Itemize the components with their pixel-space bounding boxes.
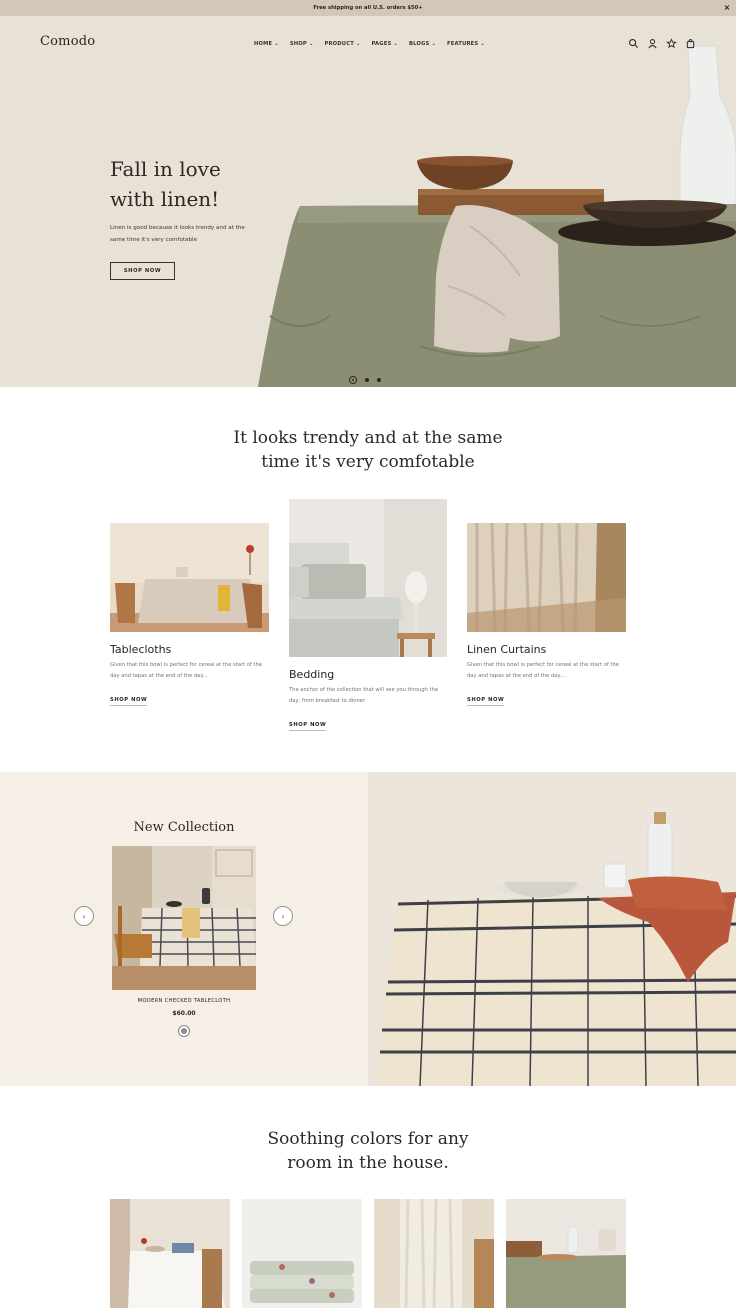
nav-label: PRODUCT [324,41,354,47]
chevron-down-icon: ⌄ [480,41,485,47]
nav-label: PAGES [371,41,392,47]
chevron-left-icon: ‹ [82,911,86,921]
carousel-next-button[interactable]: › [273,906,293,926]
room-image-curtains[interactable] [374,1199,494,1308]
card-description: The anchor of the collection that will s… [289,685,449,707]
new-collection-panel: New Collection ‹ › MODERN CHECKED TABLEC… [0,772,368,1086]
bedding-shop-now-link[interactable]: SHOP NOW [289,722,327,731]
curtains-photo [467,523,626,632]
room-image-table[interactable] [506,1199,626,1308]
card-title[interactable]: Tablecloths [110,643,171,656]
header-icons [628,38,696,49]
chevron-down-icon: ⌄ [355,41,361,47]
chevron-down-icon: ⌄ [393,41,398,47]
slider-dot-active[interactable] [349,376,357,384]
slider-dot[interactable] [365,378,369,382]
product-price: $60.00 [172,1010,196,1017]
curtains-shop-now-link[interactable]: SHOP NOW [467,697,505,706]
nav-label: FEATURES [447,41,479,47]
card-title[interactable]: Bedding [289,668,334,681]
hero-banner: Comodo HOME ⌄ SHOP ⌄ PRODUCT ⌄ PAGES ⌄ B… [0,16,736,387]
carousel-prev-button[interactable]: ‹ [74,906,94,926]
main-nav: HOME ⌄ SHOP ⌄ PRODUCT ⌄ PAGES ⌄ BLOGS ⌄ … [254,38,485,50]
hero-shop-now-button[interactable]: SHOP NOW [110,262,175,280]
product-image[interactable] [112,846,256,990]
desc-line: day and tapas at the end of the day... [467,673,565,679]
soothing-heading: Soothing colors for any room in the hous… [218,1127,518,1175]
close-icon[interactable]: × [721,0,733,16]
desc-line: day and tapas at the end of the day... [110,673,208,679]
nav-home[interactable]: HOME ⌄ [254,38,279,50]
tablecloths-photo [110,523,269,632]
cart-icon[interactable] [685,38,696,49]
desc-line: day, from breakfast to dinner [289,698,366,704]
product-photo [112,846,256,990]
hero-subtitle-line: same time it's very comfotable [110,237,198,243]
nav-label: SHOP [289,41,307,47]
account-icon[interactable] [647,38,658,49]
logo[interactable]: Comodo [40,34,95,49]
nav-features[interactable]: FEATURES ⌄ [447,38,485,50]
room-image-linens[interactable] [242,1199,362,1308]
slider-dot[interactable] [377,378,381,382]
curtains-room-photo [374,1199,494,1308]
announcement-text: Free shipping on all U.S. orders $50+ [313,5,423,11]
chevron-down-icon: ⌄ [431,41,437,47]
card-description: Given that this bowl is perfect for cere… [110,660,270,682]
collection-lifestyle-image [368,772,736,1086]
nav-shop[interactable]: SHOP ⌄ [290,38,314,50]
green-table-photo [506,1199,626,1308]
color-swatch[interactable] [178,1025,190,1037]
linens-photo [242,1199,362,1308]
nav-label: BLOGS [408,41,430,47]
collection-heading: New Collection [133,820,235,835]
hero-subtitle-line: Linen is good because it looks trendy an… [110,225,245,231]
dining-photo [110,1199,230,1308]
heading-line: room in the house. [287,1153,449,1173]
heading-line: Soothing colors for any [267,1129,469,1149]
hero-title-line: with linen! [110,187,220,211]
tablecloths-shop-now-link[interactable]: SHOP NOW [110,697,148,706]
room-image-dining[interactable] [110,1199,230,1308]
chevron-down-icon: ⌄ [274,41,279,47]
nav-pages[interactable]: PAGES ⌄ [372,38,398,50]
slider-dots [349,376,381,384]
card-title[interactable]: Linen Curtains [467,643,546,656]
desc-line: The anchor of the collection that will s… [289,687,439,693]
heading-line: time it's very comfotable [261,452,475,472]
nav-product[interactable]: PRODUCT ⌄ [324,38,360,50]
search-icon[interactable] [628,38,639,49]
wishlist-icon[interactable] [666,38,677,49]
chevron-right-icon: › [281,911,285,921]
heading-line: It looks trendy and at the same [233,428,503,448]
hero-title-line: Fall in love [110,157,221,181]
nav-blogs[interactable]: BLOGS ⌄ [409,38,436,50]
curtains-image[interactable] [467,523,626,632]
card-description: Given that this bowl is perfect for cere… [467,660,627,682]
tablecloths-image[interactable] [110,523,269,632]
bedding-photo [289,499,447,657]
bedding-image[interactable] [289,499,447,657]
nav-label: HOME [254,41,273,47]
announcement-bar: Free shipping on all U.S. orders $50+ × [0,0,736,16]
desc-line: Given that this bowl is perfect for cere… [467,662,619,668]
chevron-down-icon: ⌄ [308,41,314,47]
categories-heading: It looks trendy and at the same time it'… [168,426,568,474]
hero-subtitle: Linen is good because it looks trendy an… [110,222,270,246]
desc-line: Given that this bowl is perfect for cere… [110,662,262,668]
product-name[interactable]: MODERN CHECKED TABLECLOTH [112,998,256,1004]
hero-title: Fall in love with linen! [110,154,330,214]
checked-tablecloth-photo [368,772,736,1086]
